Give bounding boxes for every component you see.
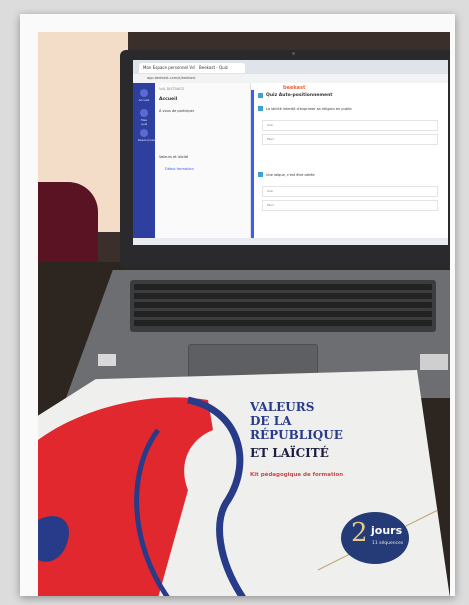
- app-sidebar: Accueil Mes quiz Ressources: [133, 83, 155, 238]
- session-panel: VdL DISTANCE Accueil À vous de participe…: [155, 83, 251, 238]
- booklet-artwork: [38, 396, 439, 596]
- sidebar-item-label: Mes quiz: [140, 118, 148, 126]
- red-shape: [38, 397, 213, 596]
- scene: Mon Espace personnel VdR Beekast - Quiz …: [38, 32, 450, 596]
- booklet-cover: [38, 370, 450, 596]
- intel-sticker: [98, 354, 116, 366]
- session-name[interactable]: Valeurs et laïcité: [159, 155, 188, 159]
- question-2: Une laïque, c'est être athée: [266, 173, 315, 177]
- key-row: [134, 311, 432, 317]
- key-row: [134, 320, 432, 326]
- quiz-panel: Quiz Auto-positionnement La laïcité inte…: [251, 90, 444, 238]
- sidebar-item-home[interactable]: Accueil: [138, 89, 150, 102]
- booklet-subtitle: Kit pédagogique de formation: [250, 472, 344, 478]
- quiz-icon: [140, 109, 148, 117]
- key-row: [134, 293, 432, 299]
- badge-number: 2: [351, 518, 368, 548]
- photo-card: Mon Espace personnel VdR Beekast - Quiz …: [20, 14, 455, 596]
- photo-frame: Mon Espace personnel VdR Beekast - Quiz …: [0, 0, 469, 605]
- quiz-title: Quiz Auto-positionnement: [266, 93, 333, 98]
- sidebar-item-quiz[interactable]: Mes quiz: [138, 109, 150, 126]
- key-row: [134, 302, 432, 308]
- address-bar[interactable]: app.beekast.com/a/beekast: [133, 74, 448, 83]
- url-text: app.beekast.com/a/beekast: [147, 76, 196, 80]
- question-icon: [258, 172, 263, 177]
- key-row: [134, 284, 432, 290]
- home-icon: [140, 89, 148, 97]
- question-1: La laïcité interdit d'exprimer sa religi…: [266, 107, 352, 111]
- booklet-title-last: ET LAÏCITÉ: [250, 446, 329, 460]
- brand-sticker: [420, 354, 448, 370]
- windows-taskbar: [133, 238, 448, 245]
- webcam: [292, 52, 295, 55]
- browser-tab[interactable]: Mon Espace personnel VdR: [139, 63, 199, 73]
- answer-option[interactable]: Vrai: [262, 186, 438, 197]
- panel-header: VdL DISTANCE: [159, 87, 185, 91]
- panel-intro: À vous de participer: [159, 109, 195, 113]
- laptop-screen: Mon Espace personnel VdR Beekast - Quiz …: [133, 60, 448, 238]
- sidebar-item-resources[interactable]: Ressources: [138, 129, 155, 142]
- booklet-title: VALEURS DE LA RÉPUBLIQUE: [250, 400, 343, 442]
- answer-option[interactable]: Vrai: [262, 120, 438, 131]
- answer-option[interactable]: Faux: [262, 134, 438, 145]
- browser-tab[interactable]: Beekast - Quiz: [195, 63, 245, 73]
- keyboard: [130, 280, 436, 332]
- badge-unit: jours: [371, 524, 403, 537]
- answer-option[interactable]: Faux: [262, 200, 438, 211]
- browser-tabbar: Mon Espace personnel VdR Beekast - Quiz: [133, 60, 448, 74]
- sidebar-item-label: Accueil: [138, 98, 150, 102]
- session-item[interactable]: Début formation: [165, 167, 194, 171]
- panel-title: Accueil: [159, 97, 178, 102]
- badge-detail: 11 séquences: [372, 541, 404, 546]
- quiz-icon: [258, 93, 263, 98]
- question-icon: [258, 106, 263, 111]
- resources-icon: [140, 129, 148, 137]
- sidebar-item-label: Ressources: [138, 138, 155, 142]
